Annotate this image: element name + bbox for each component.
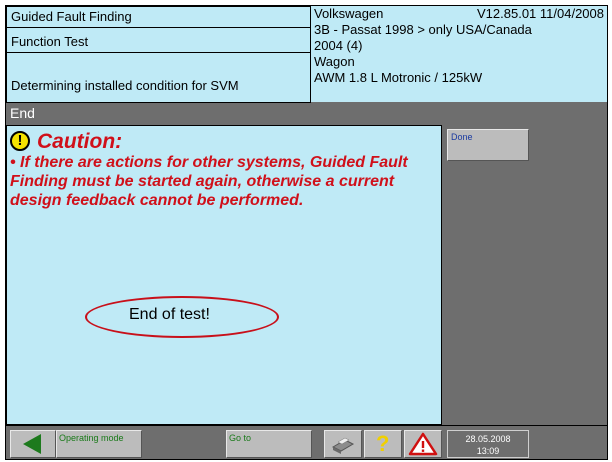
step-label: Determining installed condition for SVM (11, 78, 239, 93)
done-label: Done (451, 132, 473, 142)
caution-text: • If there are actions for other systems… (10, 154, 408, 209)
status-bar: End (6, 103, 607, 124)
header-subtitle: Function Test (6, 27, 311, 53)
warning-button[interactable] (404, 430, 442, 458)
warning-triangle-icon (408, 432, 438, 456)
message-panel: ! Caution: • If there are actions for ot… (6, 125, 442, 425)
side-panel: Done (442, 125, 607, 425)
goto-label: Go to (229, 433, 252, 443)
exclamation-circle-icon: ! (10, 131, 30, 151)
print-button[interactable] (324, 430, 362, 458)
function-label: Function Test (11, 34, 89, 49)
datetime-display: 28.05.2008 13:09 (447, 430, 529, 458)
back-button[interactable] (10, 430, 56, 458)
help-button[interactable]: ? (364, 430, 402, 458)
time-text: 13:09 (476, 446, 500, 456)
printer-icon (331, 437, 355, 454)
vehicle-model: 3B - Passat 1998 > only USA/Canada (314, 22, 532, 37)
end-of-test-text: End of test! (129, 306, 210, 323)
header-step: Determining installed condition for SVM (6, 52, 311, 103)
app-window: Guided Fault Finding Function Test Deter… (5, 5, 608, 460)
header-title: Guided Fault Finding (6, 6, 311, 28)
app-title: Guided Fault Finding (11, 9, 132, 24)
status-label: End (10, 105, 35, 121)
arrow-left-icon (23, 434, 41, 454)
vehicle-engine: AWM 1.8 L Motronic / 125kW (314, 70, 483, 85)
goto-button[interactable]: Go to (226, 430, 312, 458)
question-mark-icon: ? (376, 431, 390, 456)
vehicle-make: Volkswagen (314, 6, 384, 21)
caution-title: Caution: (37, 130, 123, 153)
date-text: 28.05.2008 (465, 434, 511, 444)
vehicle-year: 2004 (4) (314, 38, 363, 53)
operating-mode-button[interactable]: Operating mode (56, 430, 142, 458)
done-button[interactable]: Done (447, 129, 529, 161)
footer-toolbar: Operating mode Go to ? 28.05.2008 13:09 (6, 425, 607, 459)
operating-mode-label: Operating mode (59, 433, 124, 443)
software-version: V12.85.01 11/04/2008 (477, 6, 604, 21)
vehicle-body: Wagon (314, 54, 355, 69)
vehicle-info: Volkswagen V12.85.01 11/04/2008 3B - Pas… (310, 6, 607, 102)
